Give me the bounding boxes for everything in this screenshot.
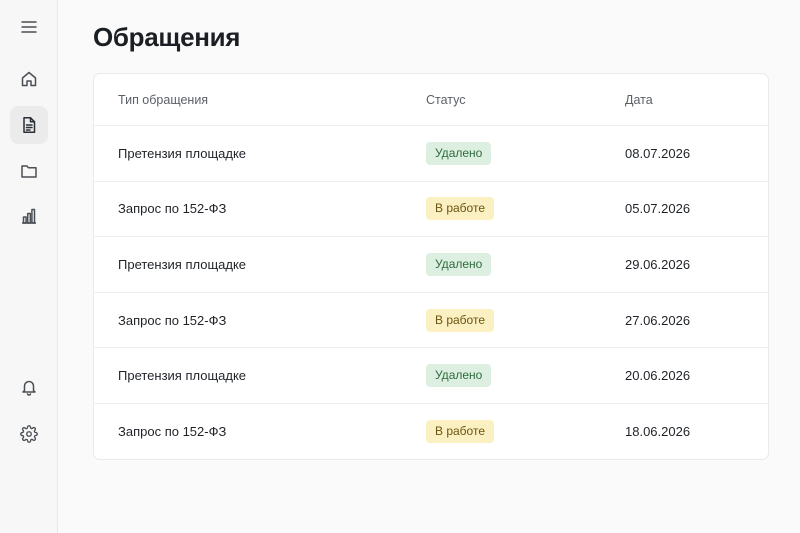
column-header-date[interactable]: Дата	[625, 74, 653, 125]
request-date: 27.06.2026	[625, 312, 691, 328]
request-type: Запрос по 152-ФЗ	[118, 423, 227, 439]
settings-button[interactable]	[10, 415, 48, 453]
request-date: 08.07.2026	[625, 145, 691, 161]
request-date: 29.06.2026	[625, 256, 691, 272]
main-content: Обращения Тип обращения Статус Дата Прет…	[58, 0, 800, 533]
home-icon	[21, 71, 37, 87]
request-type: Претензия площадке	[118, 256, 247, 272]
status-badge: В работе	[426, 308, 495, 332]
table-row[interactable]: Запрос по 152-ФЗ В работе 18.06.2026	[94, 402, 768, 459]
request-date: 05.07.2026	[625, 201, 691, 217]
request-type: Претензия площадке	[118, 368, 247, 384]
gear-icon	[20, 425, 38, 443]
status-badge: Удалено	[426, 141, 492, 165]
request-date: 18.06.2026	[625, 423, 691, 439]
sidebar	[0, 0, 58, 533]
request-type: Претензия площадке	[118, 145, 247, 161]
status-cell: В работе	[426, 404, 495, 459]
table-row[interactable]: Запрос по 152-ФЗ В работе 27.06.2026	[94, 291, 768, 348]
request-date: 20.06.2026	[625, 368, 691, 384]
status-badge: Удалено	[426, 252, 492, 276]
menu-button[interactable]	[10, 8, 48, 46]
table-row[interactable]: Претензия площадке Удалено 08.07.2026	[94, 125, 768, 181]
requests-table: Тип обращения Статус Дата Претензия площ…	[93, 73, 769, 460]
table-row[interactable]: Претензия площадке Удалено 29.06.2026	[94, 236, 768, 292]
request-type: Запрос по 152-ФЗ	[118, 201, 227, 217]
table-header-row: Тип обращения Статус Дата	[94, 74, 768, 125]
document-icon	[23, 117, 36, 133]
sidebar-item-requests[interactable]	[10, 106, 48, 144]
notifications-button[interactable]	[10, 368, 48, 406]
status-badge: В работе	[426, 197, 495, 221]
table-row[interactable]: Запрос по 152-ФЗ В работе 05.07.2026	[94, 180, 768, 237]
sidebar-item-files[interactable]	[10, 152, 48, 190]
status-badge: Удалено	[426, 364, 492, 388]
page-title: Обращения	[93, 22, 241, 52]
menu-icon	[21, 21, 37, 33]
column-header-status[interactable]: Статус	[426, 74, 466, 125]
column-header-type[interactable]: Тип обращения	[118, 74, 208, 125]
sidebar-item-home[interactable]	[10, 60, 48, 98]
status-cell: Удалено	[426, 126, 492, 181]
status-cell: В работе	[426, 293, 495, 348]
sidebar-item-analytics[interactable]	[10, 197, 48, 235]
folder-icon	[21, 165, 37, 178]
chart-icon	[22, 208, 36, 224]
status-cell: Удалено	[426, 348, 492, 403]
table-row[interactable]: Претензия площадке Удалено 20.06.2026	[94, 347, 768, 403]
bell-icon	[22, 380, 36, 396]
status-cell: В работе	[426, 182, 495, 237]
status-badge: В работе	[426, 419, 495, 443]
request-type: Запрос по 152-ФЗ	[118, 312, 227, 328]
status-cell: Удалено	[426, 237, 492, 292]
